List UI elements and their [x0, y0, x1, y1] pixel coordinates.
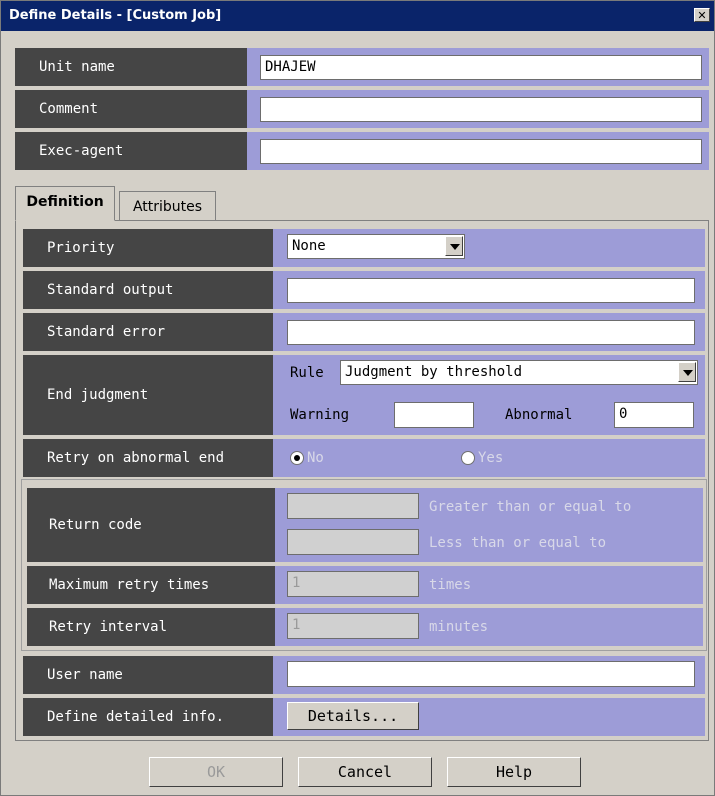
close-icon[interactable]: ✕ — [694, 8, 710, 22]
comment-input[interactable] — [260, 97, 702, 122]
rule-select[interactable]: Judgment by threshold — [340, 360, 698, 385]
tab-attributes[interactable]: Attributes — [119, 191, 216, 220]
standard-output-row: Standard output — [23, 271, 705, 309]
abnormal-input[interactable]: 0 — [614, 402, 694, 428]
standard-error-input[interactable] — [287, 320, 695, 345]
retry-yes-radio[interactable] — [461, 451, 475, 465]
warning-input[interactable] — [394, 402, 474, 428]
window-title: Define Details - [Custom Job] — [9, 8, 222, 23]
tab-definition[interactable]: Definition — [15, 186, 115, 221]
max-retry-input[interactable]: 1 — [287, 571, 419, 597]
return-code-label: Return code — [27, 488, 275, 562]
dialog-window: Define Details - [Custom Job] ✕ Unit nam… — [0, 0, 715, 796]
retry-interval-label: Retry interval — [27, 608, 275, 646]
priority-select[interactable]: None — [287, 234, 465, 259]
max-retry-row: Maximum retry times 1 times — [27, 566, 703, 604]
user-name-input[interactable] — [287, 661, 695, 687]
exec-agent-input[interactable] — [260, 139, 702, 164]
chevron-down-icon[interactable] — [445, 236, 463, 256]
retry-interval-input[interactable]: 1 — [287, 613, 419, 639]
user-name-label: User name — [23, 656, 273, 694]
warning-label: Warning — [290, 407, 350, 423]
priority-label: Priority — [23, 229, 273, 267]
rule-value: Judgment by threshold — [345, 364, 523, 380]
return-code-gte-input[interactable] — [287, 493, 419, 519]
retry-row: Retry on abnormal end No Yes — [23, 439, 705, 477]
retry-interval-row: Retry interval 1 minutes — [27, 608, 703, 646]
chevron-down-icon[interactable] — [678, 362, 696, 382]
retry-no-label[interactable]: No — [307, 450, 324, 466]
rule-label: Rule — [290, 365, 324, 381]
return-code-lte-label: Less than or equal to — [429, 535, 607, 551]
return-code-lte-input[interactable] — [287, 529, 419, 555]
standard-output-input[interactable] — [287, 278, 695, 303]
max-retry-unit: times — [429, 577, 472, 593]
max-retry-label: Maximum retry times — [27, 566, 275, 604]
standard-error-row: Standard error — [23, 313, 705, 351]
return-code-gte-label: Greater than or equal to — [429, 499, 632, 515]
exec-agent-label: Exec-agent — [15, 132, 247, 170]
end-judgment-row: End judgment Rule Judgment by threshold … — [23, 355, 705, 435]
exec-agent-row: Exec-agent — [15, 132, 709, 170]
help-button[interactable]: Help — [447, 757, 581, 787]
unit-name-input[interactable]: DHAJEW — [260, 55, 702, 80]
standard-error-label: Standard error — [23, 313, 273, 351]
unit-name-row: Unit name DHAJEW — [15, 48, 709, 86]
cancel-button[interactable]: Cancel — [298, 757, 432, 787]
return-code-row: Return code Greater than or equal to Les… — [27, 488, 703, 562]
retry-yes-label[interactable]: Yes — [478, 450, 503, 466]
end-judgment-label: End judgment — [23, 355, 273, 435]
retry-interval-unit: minutes — [429, 619, 489, 635]
ok-button[interactable]: OK — [149, 757, 283, 787]
detailed-info-label: Define detailed info. — [23, 698, 273, 736]
retry-label: Retry on abnormal end — [23, 439, 273, 477]
abnormal-label: Abnormal — [505, 407, 573, 423]
title-bar[interactable]: Define Details - [Custom Job] ✕ — [1, 1, 714, 31]
standard-output-label: Standard output — [23, 271, 273, 309]
priority-value: None — [292, 238, 326, 254]
comment-row: Comment — [15, 90, 709, 128]
comment-label: Comment — [15, 90, 247, 128]
priority-row: Priority None — [23, 229, 705, 267]
detailed-info-row: Define detailed info. Details... — [23, 698, 705, 736]
unit-name-label: Unit name — [15, 48, 247, 86]
details-button[interactable]: Details... — [287, 702, 419, 730]
user-name-row: User name — [23, 656, 705, 694]
retry-no-radio[interactable] — [290, 451, 304, 465]
